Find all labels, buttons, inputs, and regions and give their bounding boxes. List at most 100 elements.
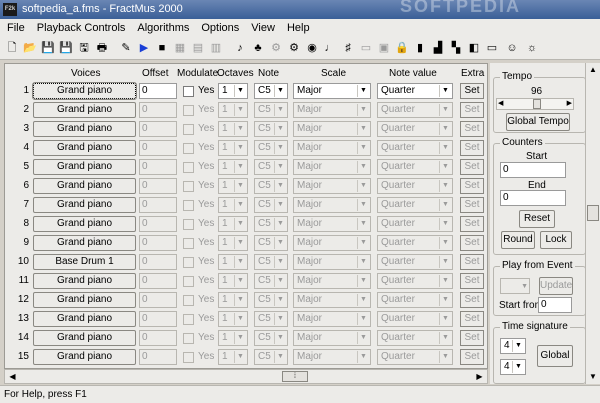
modulate-checkbox[interactable] bbox=[183, 314, 194, 325]
note-value-dropdown-arrow-icon[interactable]: ▼ bbox=[439, 123, 451, 135]
extra-set-button[interactable]: Set bbox=[460, 102, 484, 118]
extra-set-button[interactable]: Set bbox=[460, 197, 484, 213]
vertical-scroll-thumb[interactable] bbox=[587, 205, 599, 221]
note-select[interactable]: C5 ▼ bbox=[254, 140, 288, 156]
note-select[interactable]: C5 ▼ bbox=[254, 349, 288, 365]
octave-dropdown-arrow-icon[interactable]: ▼ bbox=[234, 256, 246, 268]
global-tempo-button[interactable]: Global Tempo bbox=[506, 113, 570, 131]
note-dropdown-arrow-icon[interactable]: ▼ bbox=[274, 180, 286, 192]
note-dropdown-arrow-icon[interactable]: ▼ bbox=[274, 237, 286, 249]
tempo-slider-thumb[interactable] bbox=[533, 99, 541, 109]
voice-button[interactable]: Grand piano bbox=[33, 292, 136, 308]
note-select[interactable]: C5 ▼ bbox=[254, 102, 288, 118]
octave-select[interactable]: 1 ▼ bbox=[218, 292, 248, 308]
note-dropdown-arrow-icon[interactable]: ▼ bbox=[274, 123, 286, 135]
note-select[interactable]: C5 ▼ bbox=[254, 311, 288, 327]
offset-field[interactable]: 0 bbox=[139, 330, 177, 346]
scale-select[interactable]: Major ▼ bbox=[293, 254, 371, 270]
scale-dropdown-arrow-icon[interactable]: ▼ bbox=[357, 313, 369, 325]
octave-dropdown-arrow-icon[interactable]: ▼ bbox=[234, 294, 246, 306]
modulate-checkbox[interactable] bbox=[183, 333, 194, 344]
scale-dropdown-arrow-icon[interactable]: ▼ bbox=[357, 180, 369, 192]
horizontal-scroll-thumb[interactable]: ⁞ bbox=[282, 371, 308, 382]
note-select[interactable]: C5 ▼ bbox=[254, 254, 288, 270]
offset-field[interactable]: 0 bbox=[139, 102, 177, 118]
save-as-icon[interactable]: 💾 bbox=[58, 40, 74, 56]
note-value-dropdown-arrow-icon[interactable]: ▼ bbox=[439, 218, 451, 230]
bars-icon[interactable]: ▮ bbox=[412, 40, 428, 56]
offset-field[interactable]: 0 bbox=[139, 292, 177, 308]
octave-select[interactable]: 1 ▼ bbox=[218, 83, 248, 99]
open-folder-icon[interactable]: 📂 bbox=[22, 40, 38, 56]
lock-icon[interactable]: 🔒 bbox=[394, 40, 410, 56]
note-value-dropdown-arrow-icon[interactable]: ▼ bbox=[439, 294, 451, 306]
octave-select[interactable]: 1 ▼ bbox=[218, 140, 248, 156]
scale-dropdown-arrow-icon[interactable]: ▼ bbox=[357, 161, 369, 173]
scale-select[interactable]: Major ▼ bbox=[293, 83, 371, 99]
note-value-select[interactable]: Quarter ▼ bbox=[377, 159, 453, 175]
note-dropdown-arrow-icon[interactable]: ▼ bbox=[274, 199, 286, 211]
sharp-icon[interactable]: ♯ bbox=[340, 40, 356, 56]
table-view-icon[interactable]: ▥ bbox=[208, 40, 224, 56]
note-value-select[interactable]: Quarter ▼ bbox=[377, 311, 453, 327]
stop-icon[interactable]: ■ bbox=[154, 40, 170, 56]
octave-select[interactable]: 1 ▼ bbox=[218, 159, 248, 175]
modulate-checkbox[interactable] bbox=[183, 124, 194, 135]
note-select[interactable]: C5 ▼ bbox=[254, 121, 288, 137]
instrument-icon[interactable]: ▚ bbox=[448, 40, 464, 56]
algorithm-icon[interactable]: ♣ bbox=[250, 40, 266, 56]
offset-field[interactable]: 0 bbox=[139, 159, 177, 175]
note-dropdown-arrow-icon[interactable]: ▼ bbox=[274, 161, 286, 173]
scale-select[interactable]: Major ▼ bbox=[293, 159, 371, 175]
note-value-dropdown-arrow-icon[interactable]: ▼ bbox=[439, 313, 451, 325]
octave-select[interactable]: 1 ▼ bbox=[218, 197, 248, 213]
octave-dropdown-arrow-icon[interactable]: ▼ bbox=[234, 218, 246, 230]
scale-select[interactable]: Major ▼ bbox=[293, 235, 371, 251]
note-value-select[interactable]: Quarter ▼ bbox=[377, 273, 453, 289]
extra-set-button[interactable]: Set bbox=[460, 83, 484, 99]
note-select[interactable]: C5 ▼ bbox=[254, 83, 288, 99]
modulate-checkbox[interactable] bbox=[183, 352, 194, 363]
note-value-dropdown-arrow-icon[interactable]: ▼ bbox=[439, 161, 451, 173]
print-icon[interactable]: 🖶 bbox=[94, 40, 110, 56]
save-icon[interactable]: 💾 bbox=[40, 40, 56, 56]
time-sig-denominator-select[interactable]: 4 ▼ bbox=[500, 359, 526, 375]
extra-set-button[interactable]: Set bbox=[460, 349, 484, 365]
octave-select[interactable]: 1 ▼ bbox=[218, 216, 248, 232]
note-dropdown-arrow-icon[interactable]: ▼ bbox=[274, 351, 286, 363]
scale-select[interactable]: Major ▼ bbox=[293, 178, 371, 194]
octave-dropdown-arrow-icon[interactable]: ▼ bbox=[234, 161, 246, 173]
scale-select[interactable]: Major ▼ bbox=[293, 292, 371, 308]
note-value-dropdown-arrow-icon[interactable]: ▼ bbox=[439, 199, 451, 211]
menu-algorithms[interactable]: Algorithms bbox=[131, 22, 195, 34]
list-view-icon[interactable]: ▤ bbox=[190, 40, 206, 56]
note-value-select[interactable]: Quarter ▼ bbox=[377, 235, 453, 251]
modulate-checkbox[interactable] bbox=[183, 86, 194, 97]
scale-dropdown-arrow-icon[interactable]: ▼ bbox=[357, 275, 369, 287]
scale-dropdown-arrow-icon[interactable]: ▼ bbox=[357, 294, 369, 306]
note-value-dropdown-arrow-icon[interactable]: ▼ bbox=[439, 104, 451, 116]
note-select[interactable]: C5 ▼ bbox=[254, 330, 288, 346]
globe-icon[interactable]: ◉ bbox=[304, 40, 320, 56]
octave-select[interactable]: 1 ▼ bbox=[218, 330, 248, 346]
extra-set-button[interactable]: Set bbox=[460, 254, 484, 270]
note-value-select[interactable]: Quarter ▼ bbox=[377, 102, 453, 118]
horizontal-scrollbar[interactable]: ◀ ⁞ ▶ bbox=[4, 369, 488, 384]
menu-view[interactable]: View bbox=[245, 22, 281, 34]
note-value-select[interactable]: Quarter ▼ bbox=[377, 349, 453, 365]
note-dropdown-arrow-icon[interactable]: ▼ bbox=[274, 275, 286, 287]
note-value-select[interactable]: Quarter ▼ bbox=[377, 178, 453, 194]
scroll-down-icon[interactable]: ▼ bbox=[586, 370, 600, 384]
scale-dropdown-arrow-icon[interactable]: ▼ bbox=[357, 85, 369, 97]
note-value-select[interactable]: Quarter ▼ bbox=[377, 83, 453, 99]
octave-select[interactable]: 1 ▼ bbox=[218, 235, 248, 251]
smiley-icon[interactable]: ☺ bbox=[504, 40, 520, 56]
global-time-signature-button[interactable]: Global bbox=[537, 345, 573, 367]
voice-button[interactable]: Grand piano bbox=[33, 330, 136, 346]
music-note-icon[interactable]: ♪ bbox=[232, 40, 248, 56]
scale-select[interactable]: Major ▼ bbox=[293, 311, 371, 327]
octave-select[interactable]: 1 ▼ bbox=[218, 311, 248, 327]
octave-dropdown-arrow-icon[interactable]: ▼ bbox=[234, 351, 246, 363]
offset-field[interactable]: 0 bbox=[139, 83, 177, 99]
modulate-checkbox[interactable] bbox=[183, 238, 194, 249]
